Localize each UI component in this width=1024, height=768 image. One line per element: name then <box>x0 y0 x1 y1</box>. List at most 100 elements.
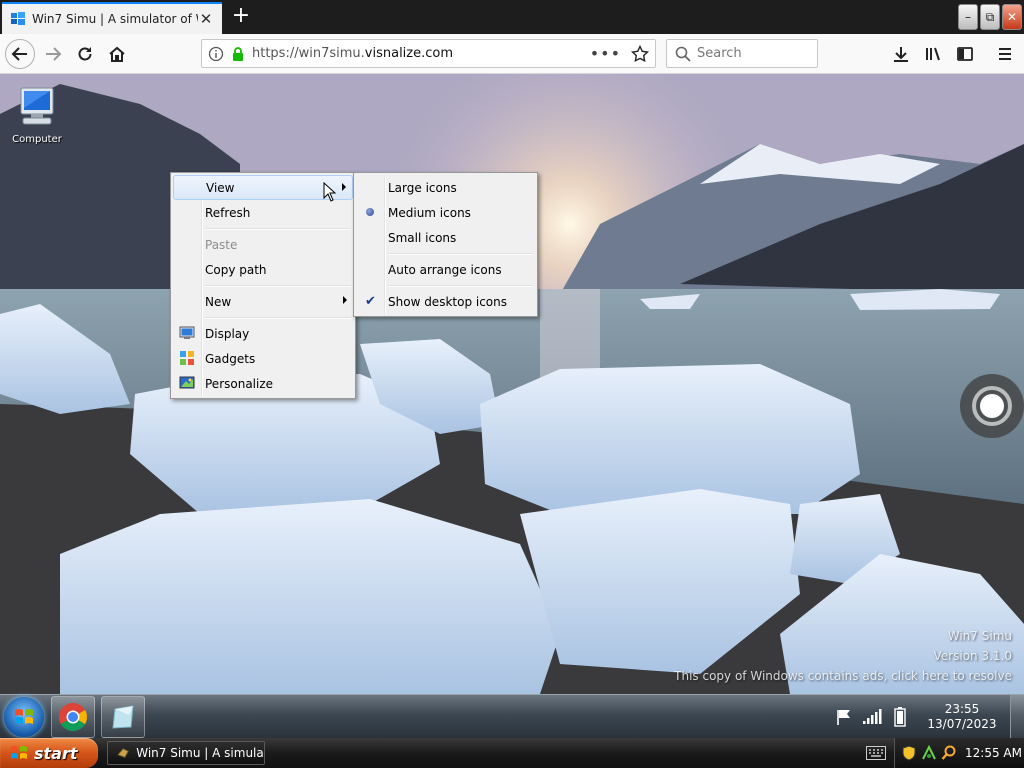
assistive-touch-button[interactable] <box>960 374 1024 438</box>
menu-item-label: Show desktop icons <box>388 294 508 309</box>
search-icon <box>675 46 691 62</box>
menu-item-label: Auto arrange icons <box>388 262 502 277</box>
info-icon[interactable] <box>208 46 224 62</box>
close-button[interactable]: ✕ <box>1002 4 1022 30</box>
browser-navbar: https://win7simu.visnalize.com ••• Searc… <box>0 34 1024 74</box>
mouse-cursor-icon <box>323 182 337 202</box>
keyboard-icon[interactable] <box>866 746 886 760</box>
menu-item-label: Paste <box>205 237 238 252</box>
downloads-button[interactable] <box>886 39 916 69</box>
menu-separator <box>386 250 535 257</box>
submenu-item-auto-arrange[interactable]: Auto arrange icons <box>356 257 535 282</box>
taskbar-explorer-button[interactable] <box>101 696 145 738</box>
submenu-item-medium-icons[interactable]: Medium icons <box>356 200 535 225</box>
assistive-ring <box>972 386 1012 426</box>
menu-item-new[interactable]: New <box>173 289 353 314</box>
home-icon <box>109 46 125 62</box>
desktop-icon-computer[interactable]: Computer <box>6 82 68 145</box>
host-clock[interactable]: 12:55 AM <box>965 746 1022 760</box>
menu-item-label: New <box>205 294 232 309</box>
sidebar-icon <box>957 47 973 61</box>
submenu-item-large-icons[interactable]: Large icons <box>356 175 535 200</box>
start-label: start <box>34 743 78 763</box>
network-icon[interactable] <box>921 745 937 761</box>
menu-item-label: Large icons <box>388 180 457 195</box>
computer-icon <box>20 87 54 125</box>
menu-item-personalize[interactable]: Personalize <box>173 371 353 396</box>
arrow-left-icon <box>11 47 27 61</box>
desktop[interactable]: Computer Win7 Simu Version 3.1.0 This co… <box>0 74 1024 694</box>
tray-battery[interactable] <box>886 707 914 727</box>
gadgets-icon <box>180 351 194 365</box>
submenu-item-small-icons[interactable]: Small icons <box>356 225 535 250</box>
library-icon <box>926 47 940 61</box>
clock-date: 13/07/2023 <box>927 717 997 731</box>
menu-item-paste: Paste <box>173 232 353 257</box>
search-tray-icon[interactable] <box>941 745 957 761</box>
shield-icon[interactable] <box>901 745 917 761</box>
windows-flag-icon <box>11 746 27 759</box>
menu-item-gadgets[interactable]: Gadgets <box>173 346 353 371</box>
new-tab-button[interactable]: + <box>228 4 254 30</box>
browser-tab[interactable]: Win7 Simu | A simulator of Windows 7 ✕ <box>2 2 222 34</box>
submenu-arrow-icon <box>342 183 346 191</box>
sidebar-button[interactable] <box>950 39 980 69</box>
browser-titlebar: Win7 Simu | A simulator of Windows 7 ✕ +… <box>0 0 1024 34</box>
menu-button[interactable] <box>990 39 1020 69</box>
watermark-notice[interactable]: This copy of Windows contains ads, click… <box>674 666 1012 686</box>
host-start-button[interactable]: start <box>0 738 98 768</box>
taskbar-chrome-button[interactable] <box>51 696 95 738</box>
search-bar[interactable]: Search <box>666 39 818 68</box>
bookmark-star-icon[interactable] <box>631 44 649 63</box>
activation-watermark[interactable]: Win7 Simu Version 3.1.0 This copy of Win… <box>674 626 1012 686</box>
win7simu-favicon <box>11 12 25 25</box>
forward-button[interactable] <box>38 39 68 69</box>
menu-separator <box>203 314 353 321</box>
reload-button[interactable] <box>70 39 100 69</box>
glass-window-icon <box>112 705 134 729</box>
home-button[interactable] <box>102 39 132 69</box>
library-button[interactable] <box>918 39 948 69</box>
download-icon <box>894 47 908 62</box>
host-taskbar: start Win7 Simu | A simulat... 12:55 AM <box>0 738 1024 768</box>
back-button[interactable] <box>5 39 35 69</box>
arrow-right-icon <box>46 47 62 61</box>
tray-flag[interactable] <box>830 708 858 726</box>
watermark-version: Version 3.1.0 <box>933 649 1012 663</box>
menu-item-refresh[interactable]: Refresh <box>173 200 353 225</box>
menu-item-label: Refresh <box>205 205 251 220</box>
minimize-button[interactable]: – <box>958 4 978 30</box>
app-task-icon <box>117 747 130 758</box>
lock-icon <box>233 46 243 61</box>
tab-close-icon[interactable]: ✕ <box>198 11 214 27</box>
search-input[interactable]: Search <box>697 46 742 61</box>
restore-button[interactable]: ⧉ <box>980 4 1000 30</box>
host-task-button[interactable]: Win7 Simu | A simulat... <box>107 741 265 765</box>
start-orb-button[interactable] <box>4 697 44 737</box>
wallpaper <box>0 74 1024 694</box>
watermark-app: Win7 Simu <box>947 629 1012 643</box>
chrome-icon <box>59 703 87 731</box>
menu-item-label: Gadgets <box>205 351 256 366</box>
win7-clock[interactable]: 23:55 13/07/2023 <box>914 702 1010 732</box>
personalize-icon <box>179 376 195 389</box>
windows-logo-icon <box>15 709 33 724</box>
signal-bars-icon <box>863 709 882 724</box>
menu-item-copy-path[interactable]: Copy path <box>173 257 353 282</box>
radio-selected-icon <box>366 208 374 216</box>
desktop-icon-label: Computer <box>12 134 62 145</box>
menu-separator <box>386 282 535 289</box>
desktop-context-menu: View Refresh Paste Copy path New Display… <box>170 172 356 399</box>
tab-title: Win7 Simu | A simulator of Windows 7 <box>32 12 198 26</box>
menu-item-label: Copy path <box>205 262 267 277</box>
menu-item-label: View <box>206 180 235 195</box>
submenu-item-show-desktop-icons[interactable]: ✔ Show desktop icons <box>356 289 535 314</box>
submenu-arrow-icon <box>343 296 347 304</box>
page-actions-icon[interactable]: ••• <box>590 44 621 63</box>
menu-item-display[interactable]: Display <box>173 321 353 346</box>
url-bar[interactable]: https://win7simu.visnalize.com ••• <box>201 39 656 68</box>
url-text[interactable]: https://win7simu.visnalize.com <box>252 46 590 61</box>
menu-item-label: Small icons <box>388 230 457 245</box>
show-desktop-button[interactable] <box>1010 695 1024 739</box>
tray-network[interactable] <box>858 709 886 725</box>
